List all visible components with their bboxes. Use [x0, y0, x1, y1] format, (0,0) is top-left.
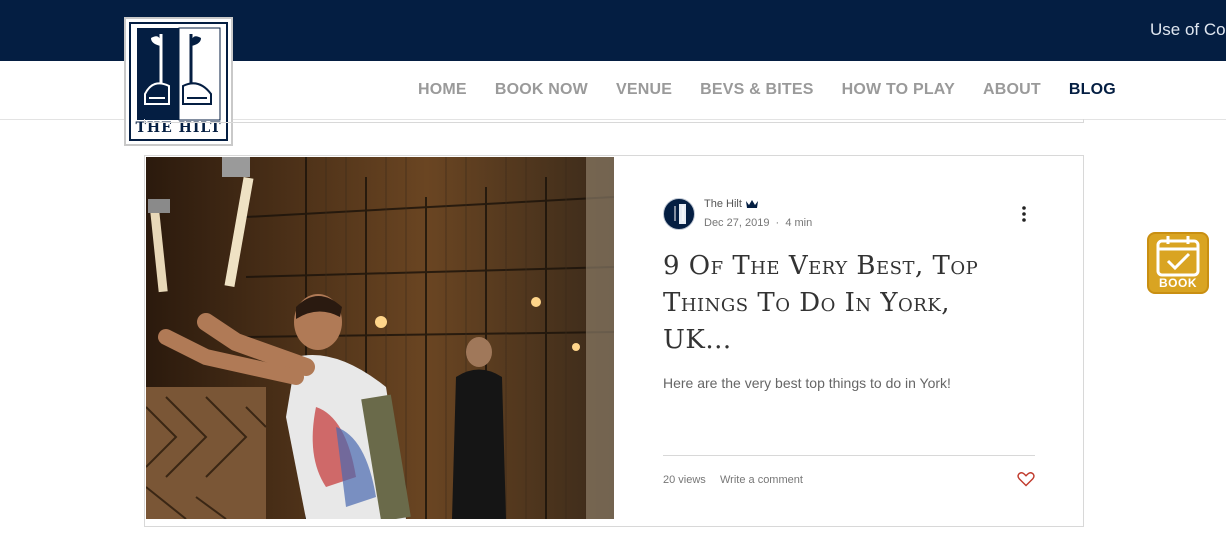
- view-count: 20 views: [663, 474, 706, 486]
- nav-about[interactable]: ABOUT: [983, 81, 1041, 99]
- heart-like-icon[interactable]: [1017, 471, 1035, 487]
- nav-book-now[interactable]: BOOK NOW: [495, 81, 588, 99]
- blog-post-card[interactable]: The Hilt Dec 27, 2019 · 4 min 9 Of The V…: [144, 155, 1084, 527]
- calendar-check-icon: [1156, 236, 1200, 277]
- axe-throwing-photo: [146, 157, 614, 519]
- meta-separator: ·: [772, 217, 786, 229]
- nav-blog[interactable]: BLOG: [1069, 81, 1116, 99]
- book-widget-button[interactable]: BOOK: [1147, 232, 1209, 294]
- read-time: 4 min: [785, 217, 813, 229]
- card-divider: [663, 455, 1035, 456]
- shield-crest-icon: [137, 27, 221, 121]
- more-options-icon[interactable]: [1019, 205, 1029, 223]
- previous-post-card-edge: [144, 119, 1084, 123]
- logo-frame: THE HILT: [129, 22, 228, 141]
- nav-home[interactable]: HOME: [418, 81, 467, 99]
- author-name[interactable]: The Hilt: [704, 198, 742, 210]
- nav-how-to-play[interactable]: HOW TO PLAY: [842, 81, 955, 99]
- post-excerpt: Here are the very best top things to do …: [663, 375, 951, 391]
- main-nav: HOME BOOK NOW VENUE BEVS & BITES HOW TO …: [418, 81, 1144, 99]
- write-comment-link[interactable]: Write a comment: [720, 474, 803, 486]
- hilt-logo-avatar-icon: [672, 204, 686, 224]
- post-cover-image[interactable]: [146, 157, 614, 519]
- post-meta: Dec 27, 2019 · 4 min: [704, 217, 812, 229]
- cookie-policy-link[interactable]: Use of Coo: [1150, 20, 1226, 40]
- book-widget-label: BOOK: [1159, 276, 1197, 290]
- post-date: Dec 27, 2019: [704, 217, 770, 229]
- site-logo[interactable]: THE HILT: [124, 17, 233, 146]
- nav-bevs-bites[interactable]: BEVS & BITES: [700, 81, 814, 99]
- nav-venue[interactable]: VENUE: [616, 81, 672, 99]
- post-title[interactable]: 9 Of The Very Best, Top Things To Do In …: [663, 248, 1023, 359]
- author-avatar[interactable]: [663, 198, 695, 230]
- crown-icon: [746, 200, 758, 208]
